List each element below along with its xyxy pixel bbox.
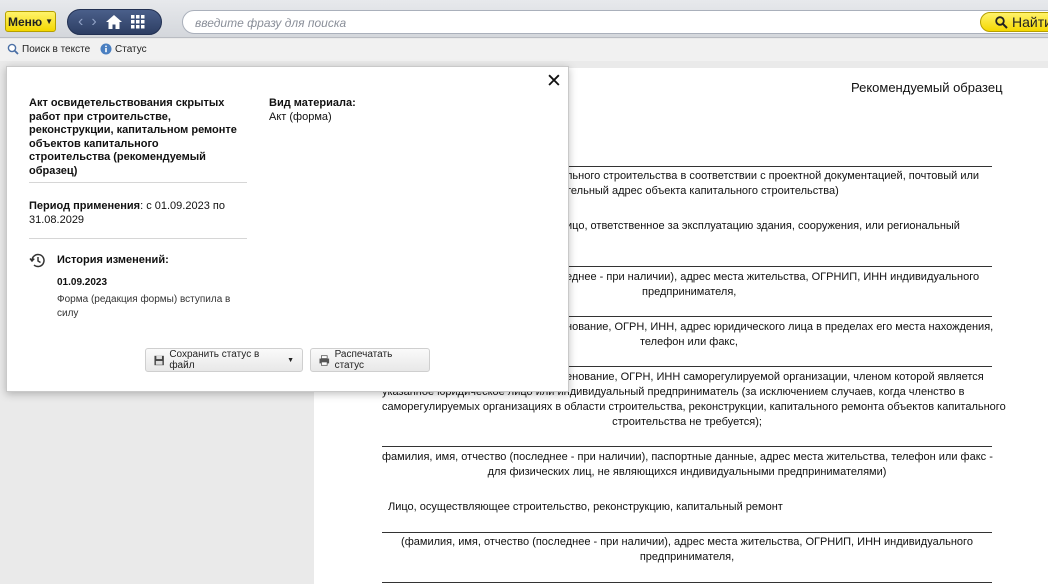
document-text: льного строительства в соответствии с пр… (566, 170, 980, 182)
document-text: Лицо, осуществляющее строительство, реко… (388, 501, 783, 513)
material-type-label: Вид материала: (269, 97, 356, 109)
history-date: 01.09.2023 (57, 277, 108, 288)
form-line (382, 532, 992, 533)
find-button[interactable]: Найти (980, 12, 1048, 32)
search-input[interactable] (195, 15, 955, 31)
document-text: енование, ОГРН, ИНН саморегулируемой орг… (566, 371, 984, 383)
search-in-text-button[interactable]: Поиск в тексте (7, 43, 90, 55)
document-text: предпринимателя, (639, 551, 735, 563)
top-toolbar: Меню ▼ ‹ › Найти (0, 0, 1048, 38)
document-text: саморегулируемых организациях в области … (382, 401, 1006, 413)
document-text: телефон или факс, (640, 336, 738, 348)
search-in-text-label: Поиск в тексте (22, 43, 91, 55)
divider (29, 182, 247, 183)
sub-toolbar: Поиск в тексте Статус (0, 39, 1048, 61)
history-icon (29, 253, 45, 268)
close-icon[interactable]: ✕ (545, 72, 563, 91)
search-box (182, 10, 1048, 34)
document-text: ицо, ответственное за эксплуатацию здани… (566, 220, 960, 232)
document-text: для физических лиц, не являющихся индиви… (487, 466, 887, 478)
document-text: нование, ОГРН, ИНН, адрес юридического л… (566, 321, 994, 333)
search-icon (995, 15, 1008, 29)
document-text: строительства не требуется); (612, 416, 762, 428)
save-status-label: Сохранить статус в файл (169, 349, 260, 371)
document-text: еднее - при наличии), адрес места житель… (566, 271, 980, 283)
period-label: Период применения (29, 200, 141, 212)
form-line (382, 582, 992, 583)
home-icon[interactable] (105, 14, 123, 30)
info-icon (100, 43, 112, 55)
print-status-label: Распечатать статус (334, 349, 393, 371)
document-sample-label: Рекомендуемый образец (851, 80, 1003, 95)
document-text: (фамилия, имя, отчество (последнее - при… (401, 536, 973, 548)
history-title: История изменений: (57, 254, 169, 266)
status-popup: ✕ Акт освидетельствования скрытых работ … (6, 66, 569, 392)
floppy-disk-icon (154, 355, 164, 365)
save-status-button[interactable]: Сохранить статус в файл ▼ (145, 348, 303, 372)
menu-button-label: Меню (7, 14, 43, 29)
grid-icon[interactable] (130, 15, 145, 29)
forward-arrow-icon[interactable]: › (91, 14, 96, 30)
navigation-group: ‹ › (67, 9, 162, 35)
back-arrow-icon[interactable]: ‹ (78, 14, 83, 30)
document-text: фамилия, имя, отчество (последнее - при … (382, 451, 993, 463)
history-description: Форма (редакция формы) вступила в силу (57, 294, 231, 319)
status-button[interactable]: Статус (100, 43, 147, 55)
printer-icon (319, 354, 330, 366)
print-status-button[interactable]: Распечатать статус (310, 348, 430, 372)
caret-down-icon: ▼ (45, 17, 54, 26)
magnifier-icon (7, 43, 19, 55)
form-line (382, 446, 992, 447)
document-title: Акт освидетельствования скрытых работ пр… (29, 97, 237, 177)
menu-button[interactable]: Меню ▼ (5, 11, 56, 32)
caret-down-icon: ▼ (287, 356, 294, 364)
application-period: Период применения: с 01.09.2023 по 31.08… (29, 199, 239, 227)
divider (29, 238, 247, 239)
document-text: тельный адрес объекта капитального строи… (566, 185, 839, 197)
status-label: Статус (115, 43, 147, 55)
document-text: предпринимателя, (642, 286, 737, 298)
material-type-value: Акт (форма) (269, 111, 332, 123)
find-button-label: Найти (1012, 14, 1048, 30)
